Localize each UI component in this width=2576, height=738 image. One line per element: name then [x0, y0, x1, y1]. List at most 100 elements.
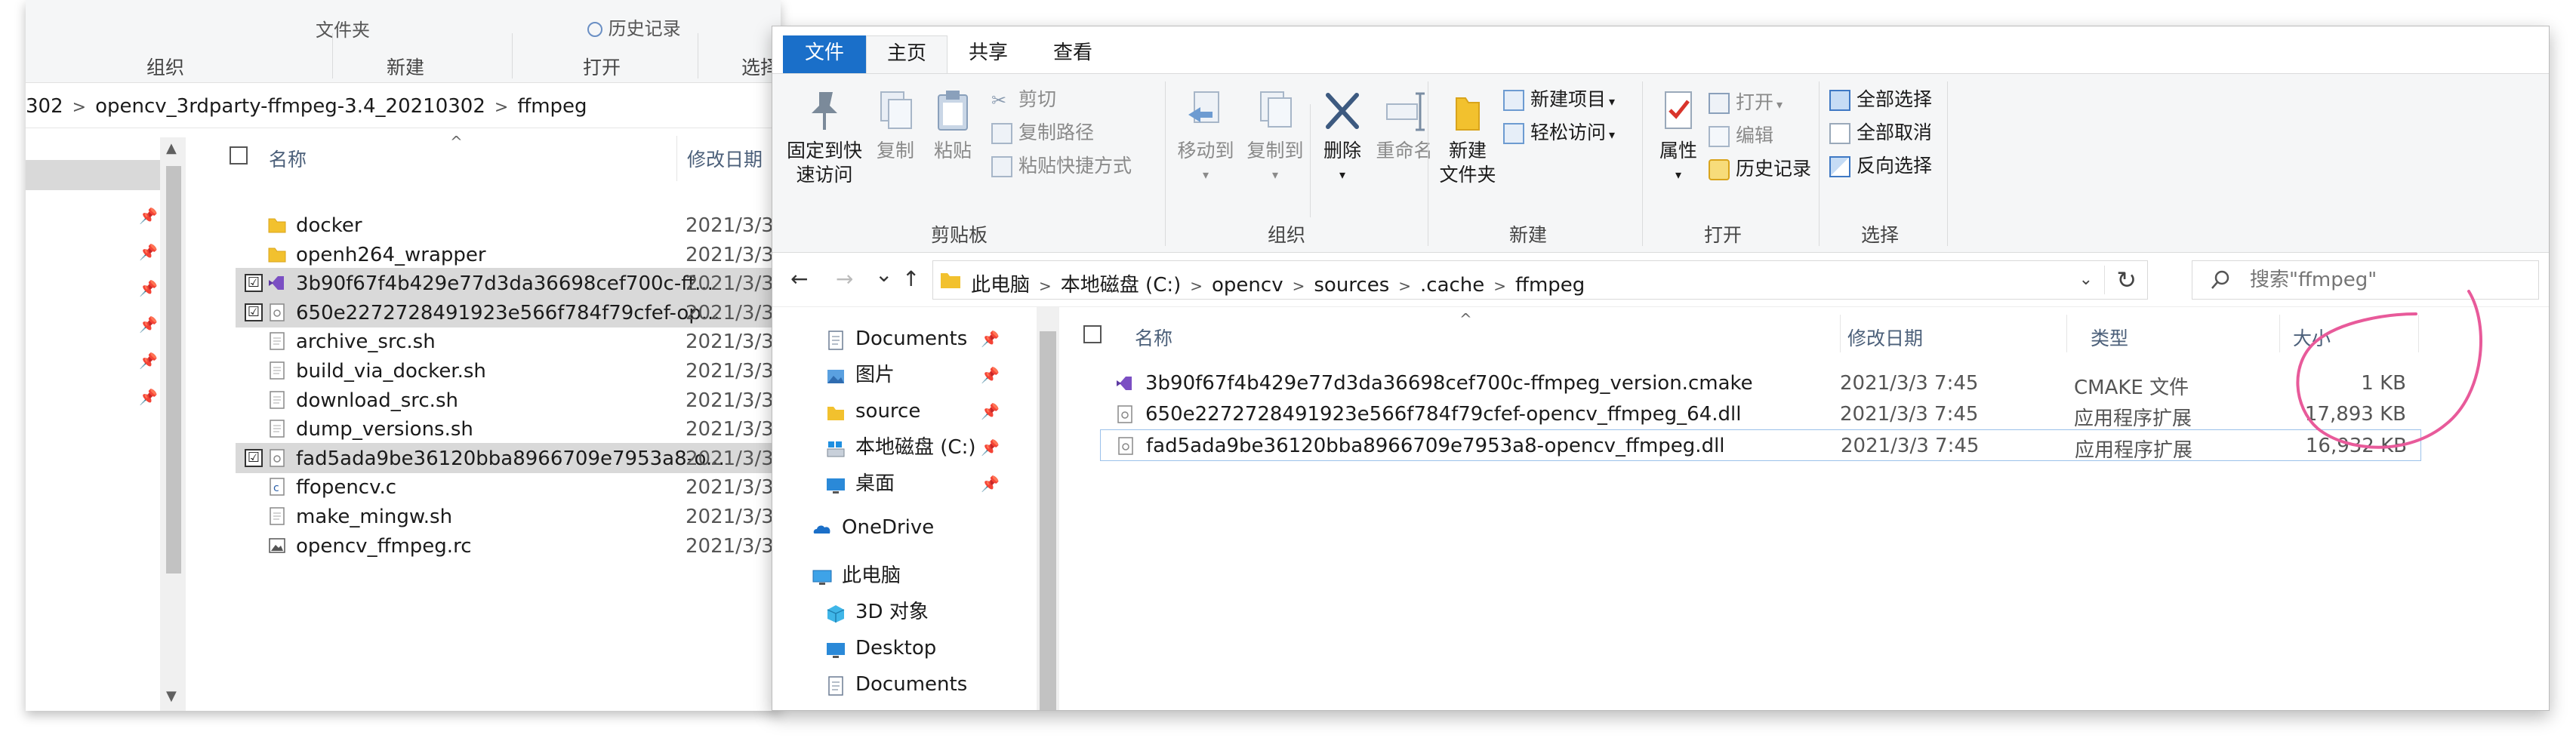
history-label-fragment[interactable]: 历史记录: [587, 14, 681, 40]
chevron-right-icon[interactable]: >: [1398, 277, 1411, 295]
new-folder-label-fragment[interactable]: 文件夹: [316, 15, 370, 42]
up-arrow-icon[interactable]: ↑: [902, 266, 920, 291]
breadcrumb-item[interactable]: .cache: [1420, 274, 1484, 297]
file-row[interactable]: fad5ada9be36120bba8966709e7953a8-opencv_…: [1100, 429, 2421, 462]
row-checkbox[interactable]: ☑: [245, 303, 263, 321]
nav-item-c[interactable]: 本地磁盘 (C:) 📌: [825, 431, 1014, 464]
copy-path-button[interactable]: 复制路径: [991, 121, 1094, 145]
move-to-button[interactable]: 移动到 ▾: [1174, 88, 1237, 187]
scroll-up-icon[interactable]: ▲: [166, 140, 177, 156]
select-none-button[interactable]: 全部取消: [1829, 121, 1932, 145]
file-row[interactable]: c ffopencv.c 2021/3/3 7:4: [236, 472, 781, 502]
column-header-name[interactable]: 名称: [1135, 324, 1172, 351]
file-date: 2021/3/3 7:4: [686, 272, 781, 296]
column-header-name[interactable]: 名称: [269, 145, 307, 172]
copy-to-button[interactable]: 复制到 ▾: [1243, 88, 1307, 187]
paste-shortcut-button[interactable]: 粘贴快捷方式: [991, 154, 1132, 178]
back-address-bar[interactable]: 302 > opencv_3rdparty-ffmpeg-3.4_20210302 >…: [26, 86, 781, 128]
back-arrow-icon[interactable]: ←: [790, 266, 808, 291]
tab-view[interactable]: 查看: [1029, 35, 1117, 73]
select-all-checkbox[interactable]: [1083, 325, 1102, 343]
row-checkbox[interactable]: ☑: [245, 448, 263, 467]
chevron-right-icon[interactable]: >: [1190, 277, 1203, 295]
row-checkbox[interactable]: ☑: [245, 274, 263, 293]
breadcrumb-item[interactable]: ffmpeg: [1515, 274, 1585, 297]
file-row[interactable]: openh264_wrapper 2021/3/3 7:4: [236, 239, 781, 269]
file-row[interactable]: make_mingw.sh 2021/3/3 7:4: [236, 501, 781, 531]
chevron-right-icon[interactable]: >: [1293, 277, 1305, 295]
nav-item-documents[interactable]: Documents 📌: [825, 322, 1014, 355]
column-divider[interactable]: [2066, 315, 2067, 352]
column-header-date[interactable]: 修改日期: [1847, 324, 1923, 351]
forward-arrow-icon[interactable]: →: [836, 266, 853, 291]
nav-item-[interactable]: 此电脑: [812, 559, 1014, 592]
breadcrumb-item[interactable]: 此电脑: [971, 274, 1030, 297]
file-row[interactable]: ☑ fad5ada9be36120bba8966709e7953a8-o... 20…: [236, 442, 781, 473]
file-row[interactable]: download_src.sh 2021/3/3 7:4: [236, 385, 781, 415]
pin-to-quick-access-button[interactable]: 固定到快 速访问: [783, 88, 866, 187]
nav-item-selected[interactable]: [26, 160, 162, 190]
address-bar[interactable]: 此电脑 > 本地磁盘 (C:) > opencv > sources > .cache > ffmp…: [932, 260, 2148, 300]
edit-button[interactable]: 编辑: [1709, 124, 1773, 148]
copy-button[interactable]: 复制: [869, 88, 922, 163]
file-row[interactable]: ☑ 3b90f67f4b429e77d3da36698cef700c-ff... 2…: [236, 268, 781, 299]
column-header-size[interactable]: 大小: [2293, 324, 2331, 351]
search-input[interactable]: [2250, 269, 2522, 291]
refresh-icon[interactable]: ↻: [2116, 266, 2137, 294]
column-divider[interactable]: [2279, 315, 2280, 352]
file-row[interactable]: docker 2021/3/3 7:4: [236, 210, 781, 240]
nav-item-documents[interactable]: Documents: [825, 668, 1014, 701]
scroll-down-icon[interactable]: ▼: [166, 688, 177, 704]
tab-share[interactable]: 共享: [948, 35, 1029, 73]
file-row[interactable]: opencv_ffmpeg.rc 2021/3/3 7:4: [236, 530, 781, 561]
history-button[interactable]: 历史记录: [1709, 157, 1811, 181]
file-name: 650e2272728491923e566f784f79cfef-op...: [296, 301, 720, 324]
new-item-button[interactable]: 新建项目 ▾: [1503, 88, 1615, 114]
nav-item-onedrive[interactable]: OneDrive: [812, 511, 1014, 544]
breadcrumb-item[interactable]: opencv: [1212, 274, 1283, 297]
file-row[interactable]: 3b90f67f4b429e77d3da36698cef700c-ffmpeg_…: [1100, 367, 2421, 399]
nav-item-source[interactable]: source 📌: [825, 395, 1014, 428]
chevron-right-icon[interactable]: >: [1493, 277, 1506, 295]
paste-button[interactable]: 粘贴: [926, 88, 979, 163]
column-divider[interactable]: [2418, 315, 2419, 352]
file-row[interactable]: archive_src.sh 2021/3/3 7:4: [236, 326, 781, 356]
tab-file[interactable]: 文件: [783, 35, 866, 73]
file-row[interactable]: ☑ 650e2272728491923e566f784f79cfef-op... 2…: [236, 297, 781, 327]
breadcrumb-item[interactable]: 本地磁盘 (C:): [1061, 274, 1181, 297]
easy-access-button[interactable]: 轻松访问 ▾: [1503, 121, 1615, 147]
new-folder-button[interactable]: 新建 文件夹: [1434, 88, 1502, 187]
back-nav-scroll-thumb[interactable]: [166, 166, 181, 573]
breadcrumb-item[interactable]: opencv_3rdparty-ffmpeg-3.4_20210302: [95, 95, 485, 118]
column-header-date[interactable]: 修改日期: [687, 145, 763, 172]
breadcrumb-item[interactable]: ffmpeg: [517, 95, 587, 118]
breadcrumb-item[interactable]: 302: [26, 95, 63, 118]
group-label-open: 打开: [583, 57, 621, 78]
file-row[interactable]: build_via_docker.sh 2021/3/3 7:4: [236, 355, 781, 386]
column-header-type[interactable]: 类型: [2091, 324, 2128, 351]
nav-item-[interactable]: 图片 📌: [825, 358, 1014, 392]
column-divider[interactable]: [1840, 315, 1841, 352]
invert-selection-button[interactable]: 反向选择: [1829, 154, 1932, 178]
nav-item-desktop[interactable]: Desktop: [825, 632, 1014, 665]
column-divider[interactable]: [676, 136, 677, 181]
nav-item-[interactable]: 桌面 📌: [825, 467, 1014, 500]
properties-button[interactable]: 属性 ▾: [1648, 88, 1709, 187]
select-all-checkbox[interactable]: [230, 146, 248, 165]
file-row[interactable]: dump_versions.sh 2021/3/3 7:4: [236, 414, 781, 444]
breadcrumb-item[interactable]: sources: [1314, 274, 1389, 297]
recent-locations-chevron-icon[interactable]: ⌄: [875, 262, 892, 287]
tab-home[interactable]: 主页: [866, 35, 948, 73]
nav-pane-scroll-thumb[interactable]: [1040, 331, 1056, 710]
file-row[interactable]: 650e2272728491923e566f784f79cfef-opencv_…: [1100, 398, 2421, 430]
chevron-right-icon[interactable]: >: [1039, 277, 1052, 295]
open-button[interactable]: 打开 ▾: [1709, 91, 1783, 117]
nav-item-3d[interactable]: 3D 对象: [825, 595, 1014, 629]
select-all-button[interactable]: 全部选择: [1829, 88, 1932, 112]
delete-button[interactable]: 删除 ▾: [1316, 88, 1369, 187]
cut-button[interactable]: ✂ 剪切: [991, 88, 1056, 112]
address-dropdown-icon[interactable]: ⌄: [2079, 270, 2093, 289]
nav-item-downloads[interactable]: Downloads: [825, 704, 1014, 710]
script-file-icon: [267, 331, 287, 351]
search-box[interactable]: [2192, 260, 2539, 300]
